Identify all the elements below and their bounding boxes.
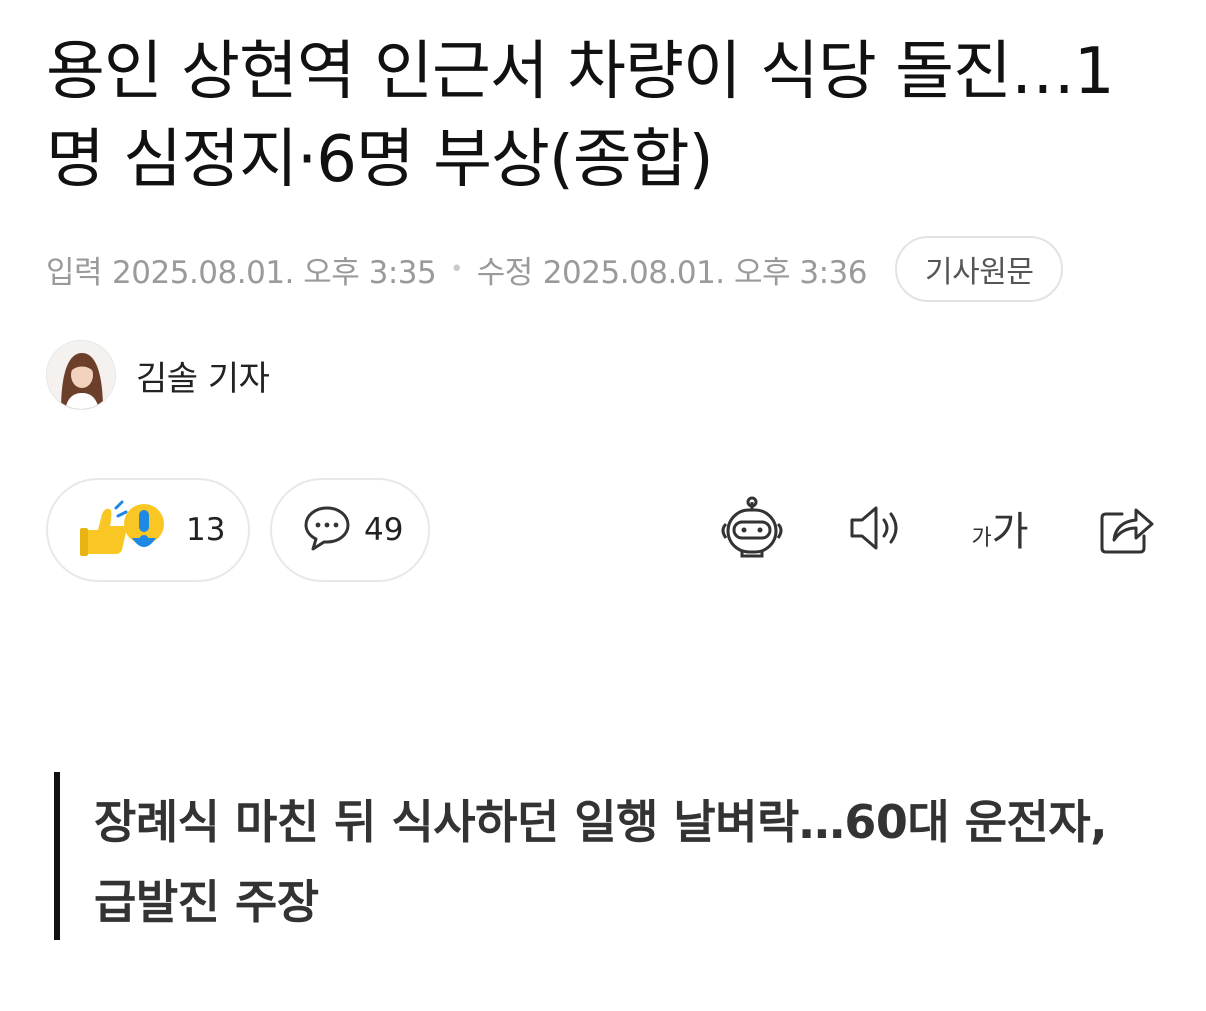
comment-icon [302,503,352,557]
reaction-count: 13 [186,512,226,548]
robot-summary-icon[interactable] [716,492,788,564]
reporter-name[interactable]: 김솔 기자 [136,351,270,400]
reaction-emoji-icon [78,498,174,562]
input-time: 2025.08.01. 오후 3:35 [112,254,437,291]
comment-button[interactable]: 49 [270,478,430,582]
font-small-label: 가 [971,526,992,551]
subheadline-text: 장례식 마친 뒤 식사하던 일행 날벼락…60대 운전자, 급발진 주장 [94,795,1108,929]
input-label: 입력 [46,254,103,291]
speaker-icon[interactable] [840,492,912,564]
modified-time: 2025.08.01. 오후 3:36 [542,254,868,291]
font-big-label: 가 [991,509,1029,555]
reporter-info[interactable]: 김솔 기자 [46,339,270,411]
reporter-avatar[interactable] [46,340,116,410]
modified-label: 수정 [476,254,534,291]
article-subheadline: 장례식 마친 뒤 식사하던 일행 날벼락…60대 운전자, 급발진 주장 [54,772,1114,940]
share-icon[interactable] [1090,492,1162,564]
meta-separator: • [450,256,463,282]
original-article-button[interactable]: 기사원문 [895,236,1064,302]
article-meta: 입력 2025.08.01. 오후 3:35 • 수정 2025.08.01. … [46,236,1156,302]
font-size-icon[interactable]: 가가 [958,492,1042,564]
article-headline: 용인 상현역 인근서 차량이 식당 돌진…1명 심정지·6명 부상(종합) [46,35,1115,197]
reaction-button[interactable]: 13 [46,478,250,582]
comment-count: 49 [364,512,404,548]
